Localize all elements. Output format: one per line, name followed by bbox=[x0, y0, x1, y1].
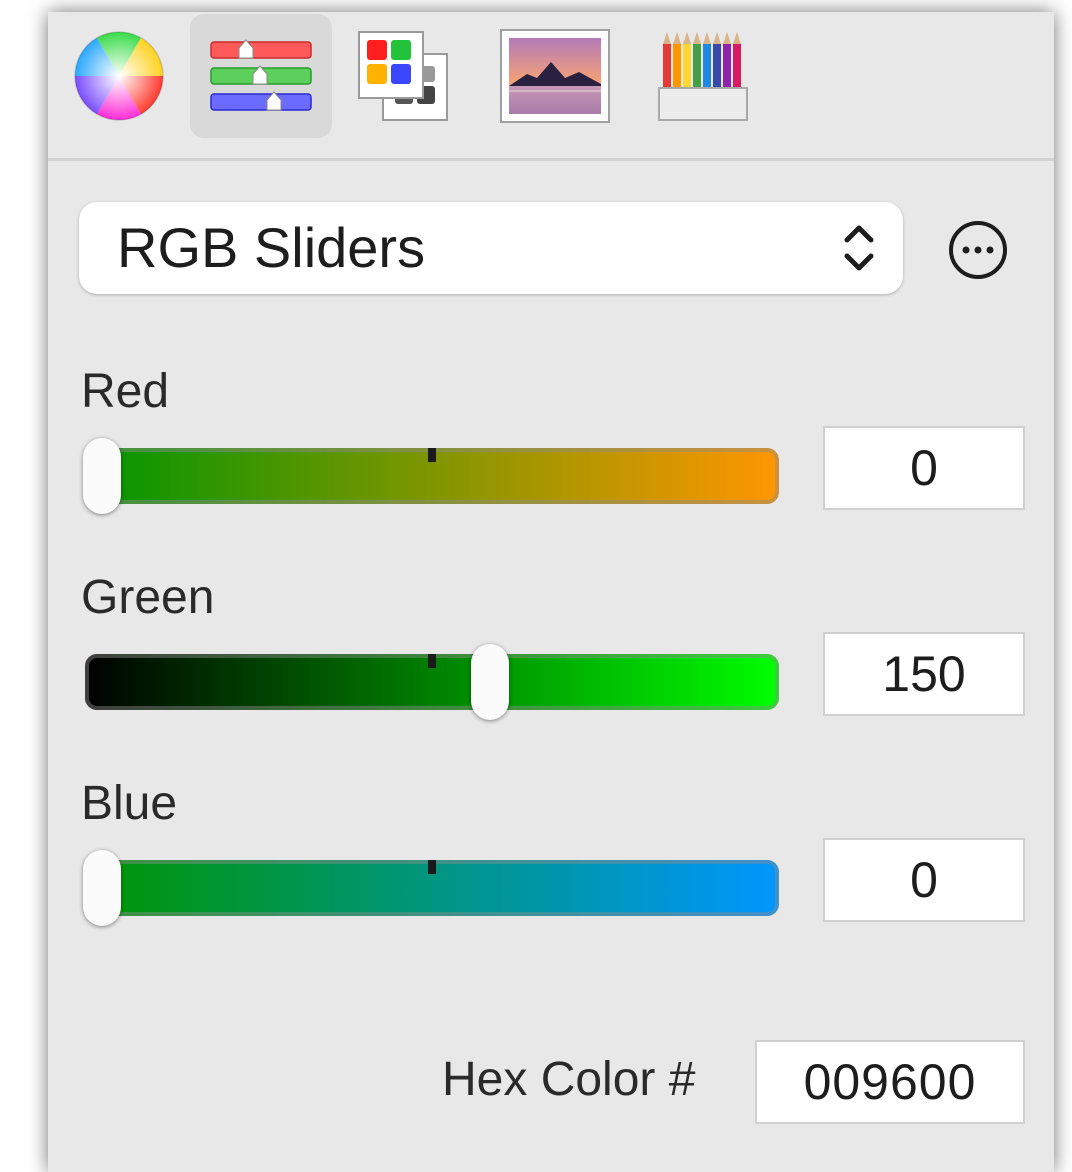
red-label: Red bbox=[81, 365, 170, 418]
tab-pencils[interactable] bbox=[632, 14, 774, 138]
blue-value-field[interactable]: 0 bbox=[825, 840, 1023, 920]
red-value-field[interactable]: 0 bbox=[825, 428, 1023, 508]
slider-mode-label: RGB Sliders bbox=[117, 216, 426, 279]
picker-mode-toolbar bbox=[48, 12, 1054, 161]
green-label: Green bbox=[81, 571, 215, 624]
green-slider-track[interactable] bbox=[85, 654, 779, 710]
tab-color-wheel[interactable] bbox=[48, 14, 190, 138]
red-slider-tick bbox=[428, 448, 436, 462]
green-slider-tick bbox=[428, 654, 436, 668]
green-value-field[interactable]: 150 bbox=[825, 634, 1023, 714]
slider-mode-select[interactable]: RGB Sliders bbox=[79, 202, 903, 294]
blue-slider-track[interactable] bbox=[85, 860, 779, 916]
image-palette-icon bbox=[500, 29, 610, 123]
color-picker-panel: RGB Sliders Red 0 Green 150 Blue 0 Hex C… bbox=[48, 12, 1054, 1172]
palettes-icon bbox=[358, 31, 448, 121]
red-slider-track[interactable] bbox=[85, 448, 779, 504]
blue-label: Blue bbox=[81, 777, 178, 830]
red-slider-thumb[interactable] bbox=[83, 438, 121, 514]
hex-color-label: Hex Color # bbox=[442, 1053, 696, 1106]
tab-color-palettes[interactable] bbox=[332, 14, 474, 138]
updown-chevron-icon bbox=[844, 225, 874, 271]
hex-color-field[interactable]: 009600 bbox=[757, 1042, 1023, 1122]
green-slider-thumb[interactable] bbox=[471, 644, 510, 720]
blue-slider-thumb[interactable] bbox=[83, 850, 121, 926]
sliders-icon bbox=[210, 39, 312, 111]
pencils-icon bbox=[658, 32, 748, 121]
tab-color-sliders[interactable] bbox=[190, 14, 332, 138]
tab-image-palettes[interactable] bbox=[484, 14, 626, 138]
ellipsis-circle-icon[interactable] bbox=[946, 218, 1010, 282]
color-wheel-icon bbox=[74, 31, 164, 121]
blue-slider-tick bbox=[428, 860, 436, 874]
